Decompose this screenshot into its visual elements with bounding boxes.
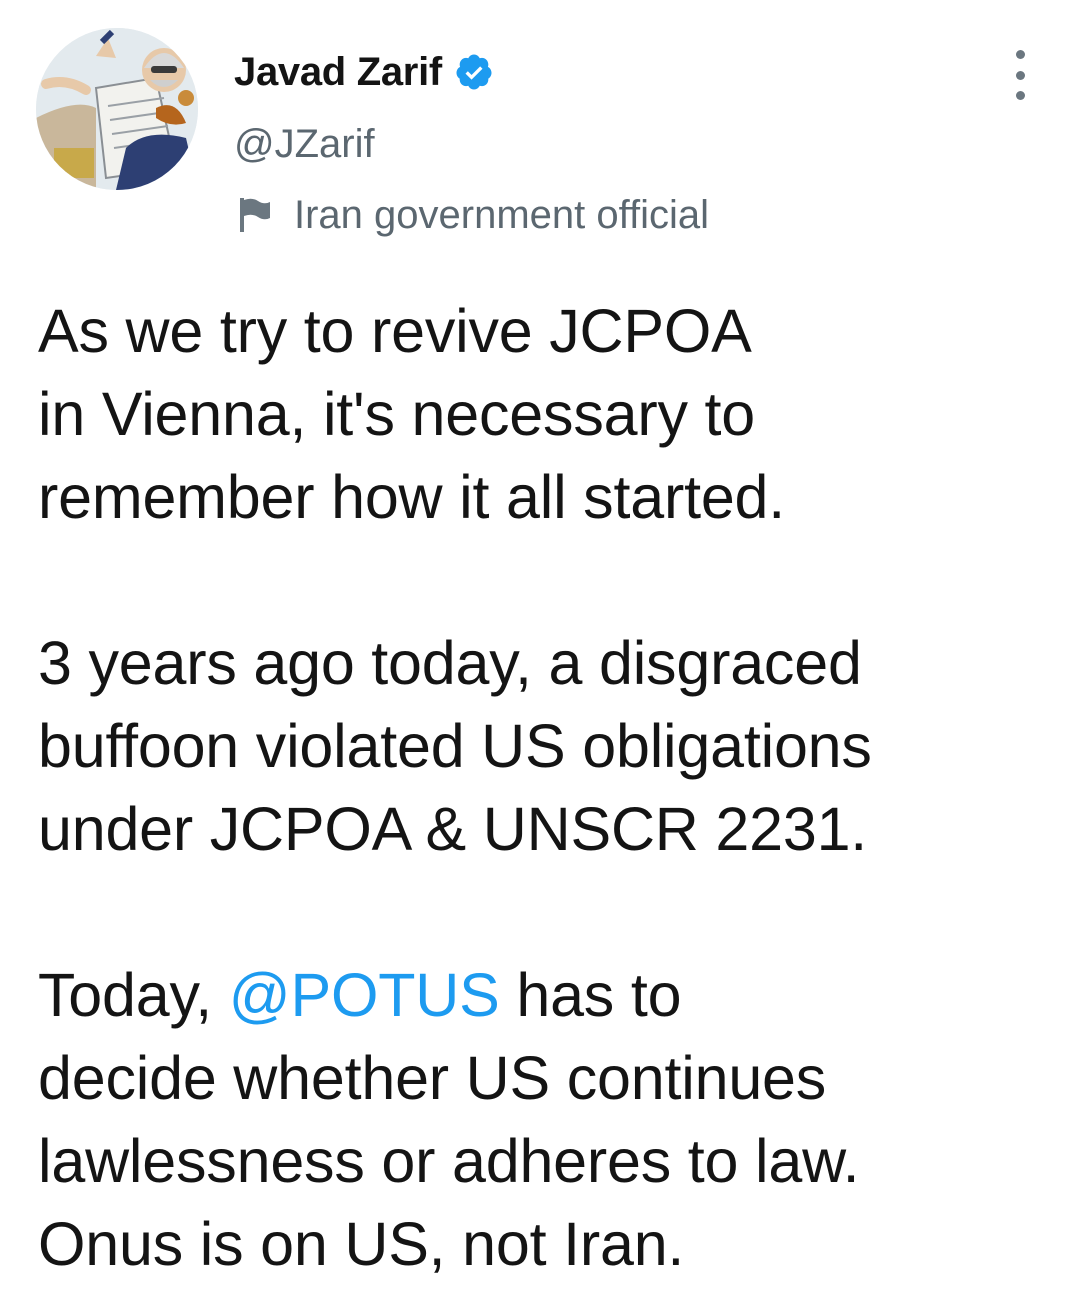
tweet-paragraph: Today, @POTUS has to decide whether US c…: [38, 954, 1058, 1286]
government-label[interactable]: Iran government official: [238, 190, 709, 240]
more-vertical-icon: [1015, 70, 1025, 80]
caricature-avatar: [36, 28, 198, 190]
tweet-paragraph: 3 years ago today, a disgraced buffoon v…: [38, 622, 1058, 871]
verified-badge-icon: [454, 52, 494, 92]
tweet-line: buffoon violated US obligations: [38, 712, 872, 780]
name-row: Javad Zarif: [234, 44, 494, 100]
text-segment: Today,: [38, 961, 229, 1029]
tweet-line: Onus is on US, not Iran.: [38, 1210, 685, 1278]
mention-link[interactable]: @POTUS: [229, 961, 500, 1029]
display-name[interactable]: Javad Zarif: [234, 50, 442, 95]
tweet-paragraph: As we try to revive JCPOA in Vienna, it'…: [38, 290, 1058, 539]
text-segment: has to: [499, 961, 682, 1029]
tweet-line: lawlessness or adheres to law.: [38, 1127, 860, 1195]
tweet-line: remember how it all started.: [38, 463, 786, 531]
tweet-line: As we try to revive JCPOA: [38, 297, 752, 365]
more-options-button[interactable]: [1000, 50, 1040, 100]
avatar[interactable]: [36, 28, 198, 190]
tweet-line: under JCPOA & UNSCR 2231.: [38, 795, 868, 863]
tweet-line: 3 years ago today, a disgraced: [38, 629, 862, 697]
user-handle[interactable]: @JZarif: [234, 122, 375, 167]
tweet-line: decide whether US continues: [38, 1044, 827, 1112]
tweet-text: As we try to revive JCPOA in Vienna, it'…: [38, 290, 1058, 1286]
more-vertical-icon: [1015, 50, 1025, 59]
tweet-line: Today, @POTUS has to: [38, 954, 1058, 1037]
more-vertical-icon: [1015, 91, 1025, 100]
tweet-header: Javad Zarif @JZarif Iran government offi…: [0, 0, 1080, 260]
tweet-line: in Vienna, it's necessary to: [38, 380, 755, 448]
flag-icon: [238, 196, 272, 234]
label-text: Iran government official: [294, 192, 710, 237]
